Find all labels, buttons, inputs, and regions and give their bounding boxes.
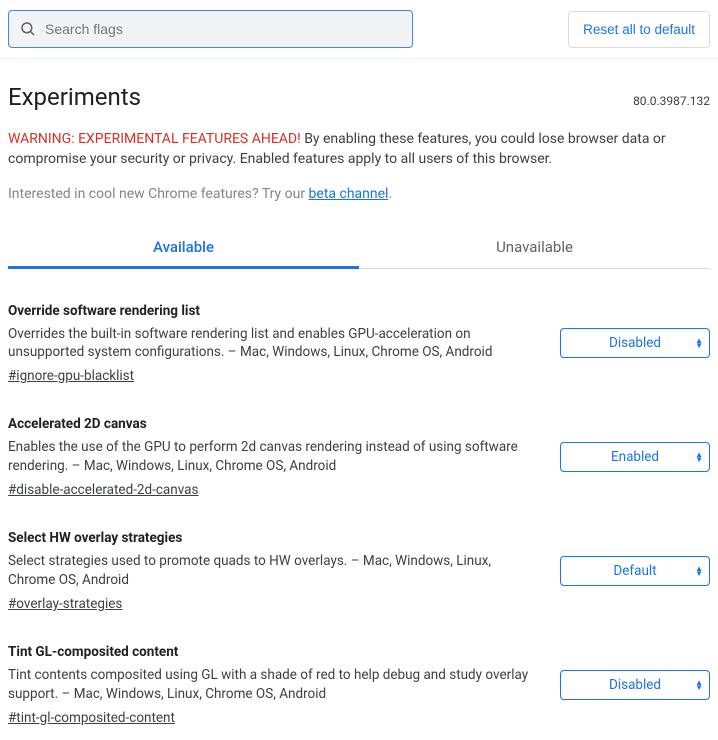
flag-desc: Enables the use of the GPU to perform 2d… bbox=[8, 438, 536, 476]
select-stepper-icon: ▲▼ bbox=[695, 680, 703, 690]
flag-text: Override software rendering list Overrid… bbox=[8, 303, 536, 385]
flag-control: Disabled ▲▼ bbox=[560, 303, 710, 385]
content: Experiments 80.0.3987.132 WARNING: EXPER… bbox=[0, 59, 718, 740]
interest-prefix: Interested in cool new Chrome features? … bbox=[8, 186, 309, 202]
flag-select-value: Disabled bbox=[609, 335, 661, 351]
search-box[interactable] bbox=[8, 10, 413, 48]
search-input[interactable] bbox=[45, 21, 402, 37]
flag-select-value: Disabled bbox=[609, 677, 661, 693]
flag-desc: Select strategies used to promote quads … bbox=[8, 552, 536, 590]
flag-desc: Tint contents composited using GL with a… bbox=[8, 666, 536, 704]
page-title: Experiments bbox=[8, 83, 141, 111]
flag-select-value: Enabled bbox=[611, 449, 659, 465]
flag-select-value: Default bbox=[613, 563, 656, 579]
flag-select[interactable]: Disabled ▲▼ bbox=[560, 328, 710, 358]
select-stepper-icon: ▲▼ bbox=[695, 566, 703, 576]
flag-hash-link[interactable]: #tint-gl-composited-content bbox=[8, 710, 175, 726]
select-stepper-icon: ▲▼ bbox=[695, 338, 703, 348]
flag-select[interactable]: Default ▲▼ bbox=[560, 556, 710, 586]
search-icon bbox=[19, 20, 37, 38]
select-stepper-icon: ▲▼ bbox=[695, 452, 703, 462]
flag-item: Accelerated 2D canvas Enables the use of… bbox=[8, 390, 710, 504]
version-text: 80.0.3987.132 bbox=[633, 94, 710, 108]
flag-select[interactable]: Enabled ▲▼ bbox=[560, 442, 710, 472]
flag-desc: Overrides the built-in software renderin… bbox=[8, 325, 536, 363]
flag-text: Tint GL-composited content Tint contents… bbox=[8, 644, 536, 726]
flag-control: Disabled ▲▼ bbox=[560, 644, 710, 726]
beta-channel-link[interactable]: beta channel bbox=[309, 186, 389, 202]
tabs: Available Unavailable bbox=[8, 228, 710, 269]
flag-control: Default ▲▼ bbox=[560, 530, 710, 612]
warning-prefix: WARNING: EXPERIMENTAL FEATURES AHEAD! bbox=[8, 131, 301, 147]
flag-title: Accelerated 2D canvas bbox=[8, 416, 536, 432]
flag-hash-link[interactable]: #overlay-strategies bbox=[8, 596, 122, 612]
flag-title: Override software rendering list bbox=[8, 303, 536, 319]
flag-item: Tint GL-composited content Tint contents… bbox=[8, 618, 710, 732]
reset-all-button[interactable]: Reset all to default bbox=[568, 11, 710, 48]
flag-text: Select HW overlay strategies Select stra… bbox=[8, 530, 536, 612]
tab-available[interactable]: Available bbox=[8, 228, 359, 268]
title-row: Experiments 80.0.3987.132 bbox=[8, 83, 710, 111]
flag-title: Tint GL-composited content bbox=[8, 644, 536, 660]
flag-item: Select HW overlay strategies Select stra… bbox=[8, 504, 710, 618]
flag-hash-link[interactable]: #ignore-gpu-blacklist bbox=[8, 368, 134, 384]
flag-control: Enabled ▲▼ bbox=[560, 416, 710, 498]
topbar: Reset all to default bbox=[0, 0, 718, 59]
flag-item: Override software rendering list Overrid… bbox=[8, 277, 710, 391]
beta-channel-line: Interested in cool new Chrome features? … bbox=[8, 186, 710, 202]
flag-hash-link[interactable]: #disable-accelerated-2d-canvas bbox=[8, 482, 198, 498]
interest-suffix: . bbox=[388, 186, 392, 202]
flags-list: Override software rendering list Overrid… bbox=[8, 269, 710, 740]
flag-title: Select HW overlay strategies bbox=[8, 530, 536, 546]
flag-select[interactable]: Disabled ▲▼ bbox=[560, 670, 710, 700]
flag-text: Accelerated 2D canvas Enables the use of… bbox=[8, 416, 536, 498]
tab-unavailable[interactable]: Unavailable bbox=[359, 228, 710, 268]
warning-text: WARNING: EXPERIMENTAL FEATURES AHEAD! By… bbox=[8, 129, 710, 170]
